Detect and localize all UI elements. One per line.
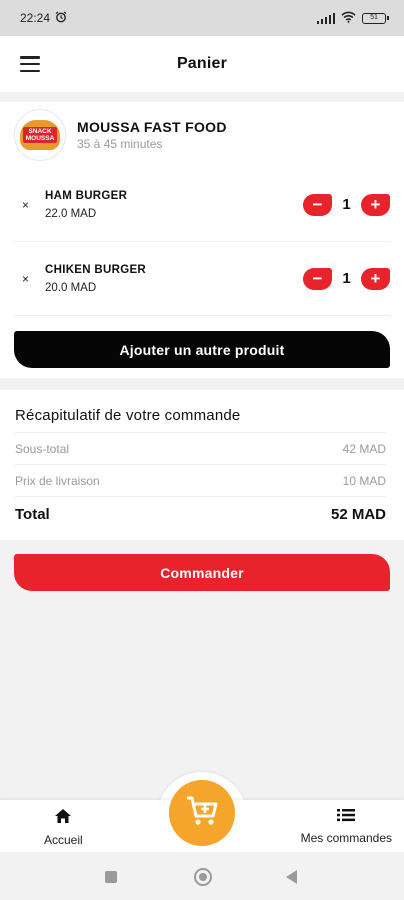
restaurant-card: SNACK MOUSSA MOUSSA FAST FOOD 35 à 45 min… [0,102,404,168]
menu-icon[interactable] [20,56,40,72]
system-nav-bar [0,852,404,900]
restaurant-logo: SNACK MOUSSA [15,110,65,160]
nav-home[interactable]: Accueil [44,808,83,847]
decrease-button[interactable]: − [303,193,332,216]
quantity-value: 1 [342,196,351,213]
increase-button[interactable]: + [361,193,390,216]
item-name: CHIKEN BURGER [45,263,147,276]
item-name: HAM BURGER [45,189,128,202]
subtotal-label: Sous-total [15,441,70,456]
quantity-stepper: − 1 + [303,267,390,290]
nav-orders[interactable]: Mes commandes [301,808,392,845]
cart-item: × HAM BURGER 22.0 MAD − 1 + [14,168,390,242]
item-price: 20.0 MAD [45,281,97,294]
page-title: Panier [176,55,228,72]
quantity-stepper: − 1 + [303,193,390,216]
add-product-button[interactable]: Ajouter un autre produit [14,331,390,368]
app-header: Panier [0,36,404,92]
subtotal-value: 42 MAD [342,441,386,456]
home-icon [54,808,72,827]
quantity-value: 1 [342,270,351,287]
total-label: Total [15,506,50,523]
status-time: 22:24 [20,11,51,25]
nav-home-label: Accueil [44,833,83,847]
order-summary: Récapitulatif de votre commande Sous-tot… [0,390,404,540]
total-row: Total 52 MAD [15,496,386,532]
order-button[interactable]: Commander [14,554,390,591]
alarm-icon [55,11,67,26]
subtotal-row: Sous-total 42 MAD [15,432,386,464]
decrease-button[interactable]: − [303,267,332,290]
increase-button[interactable]: + [361,267,390,290]
restaurant-name: MOUSSA FAST FOOD [77,119,227,135]
remove-item-icon[interactable]: × [22,198,42,212]
recent-apps-icon[interactable] [105,871,117,883]
nav-orders-label: Mes commandes [300,831,392,845]
item-price: 22.0 MAD [45,207,97,220]
cart-item: × CHIKEN BURGER 20.0 MAD − 1 + [14,242,390,316]
wifi-icon [341,11,356,26]
battery-icon: 51 [362,12,389,24]
delivery-value: 10 MAD [342,473,386,488]
cart-items: × HAM BURGER 22.0 MAD − 1 + × CHIKEN BUR… [0,168,404,378]
delivery-eta: 35 à 45 minutes [77,137,163,151]
delivery-label: Prix de livraison [15,473,100,488]
cart-button[interactable] [169,780,235,846]
back-icon[interactable] [286,870,297,884]
status-bar: 22:24 51 [0,0,404,36]
remove-item-icon[interactable]: × [22,272,42,286]
total-value: 52 MAD [330,506,386,523]
list-icon [337,808,356,825]
delivery-row: Prix de livraison 10 MAD [15,464,386,496]
summary-title: Récapitulatif de votre commande [15,407,241,424]
home-system-icon[interactable] [194,868,212,886]
signal-icon [316,12,335,24]
cart-icon [185,795,219,832]
